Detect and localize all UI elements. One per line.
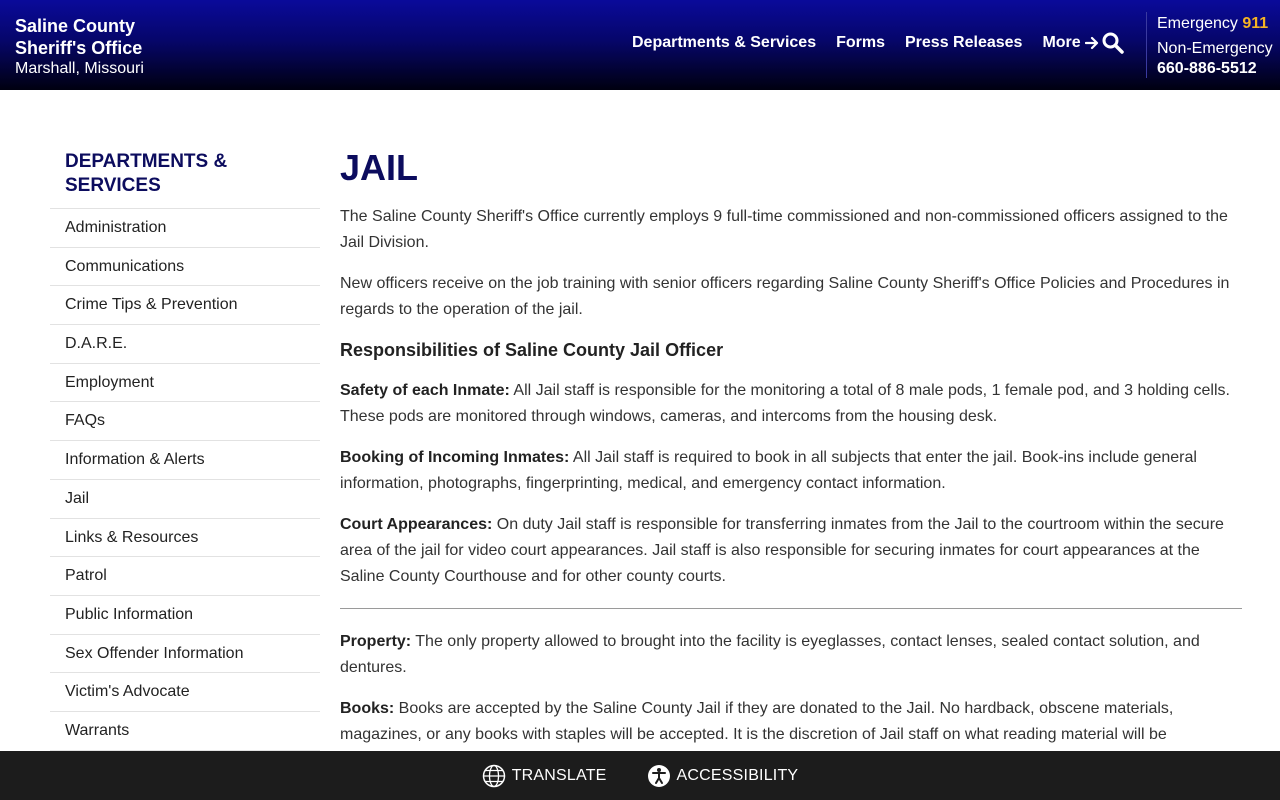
sidebar-item-links-resources[interactable]: Links & Resources xyxy=(50,519,320,558)
brand-line-2: Sheriff's Office xyxy=(15,38,143,58)
sidebar-item-employment[interactable]: Employment xyxy=(50,364,320,403)
books-text: Books are accepted by the Saline County … xyxy=(340,700,1174,743)
sidebar-item-administration[interactable]: Administration xyxy=(50,209,320,248)
globe-icon xyxy=(482,764,505,787)
content-divider xyxy=(340,608,1242,609)
emergency-label: Emergency xyxy=(1157,15,1238,32)
safety-paragraph: Safety of each Inmate: All Jail staff is… xyxy=(340,378,1242,430)
safety-label: Safety of each Inmate: xyxy=(340,382,510,399)
translate-button[interactable]: TRANSLATE xyxy=(482,764,607,788)
arrow-right-icon xyxy=(1084,36,1098,50)
site-header: Saline County Sheriff's Office Marshall,… xyxy=(0,0,1280,90)
accessibility-label: ACCESSIBILITY xyxy=(676,766,799,784)
nav-forms[interactable]: Forms xyxy=(836,34,885,52)
sidebar-item-faqs[interactable]: FAQs xyxy=(50,402,320,442)
sidebar-item-information-alerts[interactable]: Information & Alerts xyxy=(50,441,320,480)
intro-paragraph-2: New officers receive on the job training… xyxy=(340,275,1230,318)
emergency-line[interactable]: Emergency 911 xyxy=(1157,14,1273,34)
sidebar-item-jail[interactable]: Jail xyxy=(50,480,320,519)
sidebar-item-warrants[interactable]: Warrants xyxy=(50,712,320,751)
books-paragraph: Books: Books are accepted by the Saline … xyxy=(340,696,1242,748)
nonemergency-label: Non-Emergency xyxy=(1157,40,1273,57)
accessibility-button[interactable]: ACCESSIBILITY xyxy=(647,764,799,788)
sidebar-item-victims-advocate[interactable]: Victim's Advocate xyxy=(50,673,320,712)
booking-paragraph: Booking of Incoming Inmates: All Jail st… xyxy=(340,445,1242,497)
responsibilities-heading: Responsibilities of Saline County Jail O… xyxy=(340,340,724,360)
footer-bar: TRANSLATE ACCESSIBILITY xyxy=(0,751,1280,800)
court-label: Court Appearances: xyxy=(340,516,493,533)
sidebar-item-communications[interactable]: Communications xyxy=(50,248,320,287)
court-paragraph: Court Appearances: On duty Jail staff is… xyxy=(340,512,1242,590)
accessibility-icon xyxy=(647,764,670,787)
books-label: Books: xyxy=(340,700,395,717)
sidebar-item-public-information[interactable]: Public Information xyxy=(50,596,320,635)
search-icon[interactable] xyxy=(1101,31,1125,55)
property-label: Property: xyxy=(340,633,412,650)
sidebar-item-sex-offender[interactable]: Sex Offender Information xyxy=(50,635,320,674)
nav-more[interactable]: More xyxy=(1042,34,1098,52)
property-text: The only property allowed to brought int… xyxy=(340,633,1200,676)
nav-more-label: More xyxy=(1042,34,1081,51)
nav-departments-services[interactable]: Departments & Services xyxy=(632,34,816,52)
contact-numbers: Emergency 911 Non-Emergency 660-886-5512 xyxy=(1157,14,1273,79)
sidebar-item-patrol[interactable]: Patrol xyxy=(50,557,320,596)
sidebar-item-dare[interactable]: D.A.R.E. xyxy=(50,325,320,364)
main-content: JAIL The Saline County Sheriff's Office … xyxy=(340,148,1242,763)
page-title: JAIL xyxy=(340,147,419,188)
sidebar-item-crime-tips[interactable]: Crime Tips & Prevention xyxy=(50,286,320,326)
booking-label: Booking of Incoming Inmates: xyxy=(340,449,570,466)
brand-line-3: Marshall, Missouri xyxy=(15,60,144,77)
intro-paragraph-1: The Saline County Sheriff's Office curre… xyxy=(340,208,1228,251)
sidebar-title: Departments & Services xyxy=(50,150,320,209)
brand-line-1: Saline County xyxy=(15,16,136,36)
property-paragraph: Property: The only property allowed to b… xyxy=(340,629,1242,681)
nonemergency-number[interactable]: 660-886-5512 xyxy=(1157,59,1273,79)
translate-label: TRANSLATE xyxy=(511,766,607,784)
sidebar: Departments & Services Administration Co… xyxy=(50,150,320,751)
emergency-number: 911 xyxy=(1242,15,1269,32)
header-divider xyxy=(1146,12,1147,78)
main-nav: Departments & Services Forms Press Relea… xyxy=(632,34,1119,52)
nav-press-releases[interactable]: Press Releases xyxy=(905,34,1022,52)
site-brand[interactable]: Saline County Sheriff's Office Marshall,… xyxy=(15,15,144,79)
